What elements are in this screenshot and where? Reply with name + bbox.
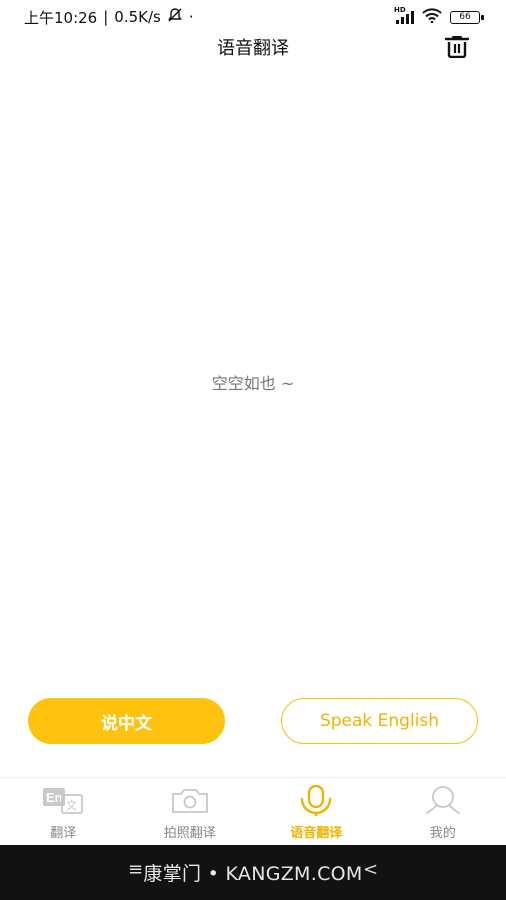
camera-icon	[170, 784, 210, 818]
tab-photo-translate-label: 拍照翻译	[163, 826, 216, 841]
tab-voice-translate[interactable]: 语音翻译	[253, 778, 380, 845]
status-right: HD 66	[394, 6, 484, 27]
tab-profile-label: 我的	[429, 826, 456, 841]
status-net-speed: 0.5K/s	[114, 8, 161, 26]
speak-english-button[interactable]: Speak English	[281, 698, 478, 744]
menu-icon[interactable]: ≡	[128, 859, 143, 880]
back-icon[interactable]: <	[363, 859, 378, 880]
battery-icon: 66	[450, 10, 484, 24]
trash-icon[interactable]	[444, 34, 470, 60]
tab-photo-translate[interactable]: 拍照翻译	[127, 778, 254, 845]
translate-icon-wen: 文	[66, 798, 77, 812]
speak-english-label: Speak English	[319, 711, 440, 731]
status-separator: |	[103, 8, 109, 26]
status-dot: ·	[188, 8, 194, 26]
page-title: 语音翻译	[217, 38, 289, 59]
wifi-icon	[422, 7, 442, 27]
tab-translate[interactable]: En 文 翻译	[0, 778, 127, 845]
mute-alarm-icon	[167, 7, 183, 27]
microphone-icon	[299, 784, 333, 818]
watermark-text: 康掌门 • KANGZM.COM	[143, 863, 363, 885]
translate-icon: En 文	[42, 784, 84, 818]
hd-label: HD	[394, 6, 406, 14]
tab-profile[interactable]: 我的	[380, 778, 506, 845]
system-nav-bar: ≡ 康掌门 • KANGZM.COM <	[0, 845, 506, 900]
bottom-tab-bar: En 文 翻译 拍照翻译 语音翻译 我的	[0, 777, 506, 845]
title-bar: 语音翻译	[0, 34, 506, 60]
battery-level: 66	[459, 12, 471, 22]
translate-icon-en: En	[46, 790, 63, 805]
status-time: 上午10:26	[24, 8, 98, 27]
signal-icon: HD	[394, 6, 414, 24]
tab-translate-label: 翻译	[50, 826, 77, 841]
status-left: 上午10:26 | 0.5K/s ·	[24, 7, 194, 28]
profile-icon	[425, 784, 461, 818]
tab-voice-translate-label: 语音翻译	[290, 826, 343, 841]
speak-chinese-label: 说中文	[101, 713, 152, 734]
speak-chinese-button[interactable]: 说中文	[28, 698, 225, 744]
status-bar: 上午10:26 | 0.5K/s · HD 66	[0, 0, 506, 34]
empty-state-text: 空空如也 ~	[211, 374, 295, 393]
